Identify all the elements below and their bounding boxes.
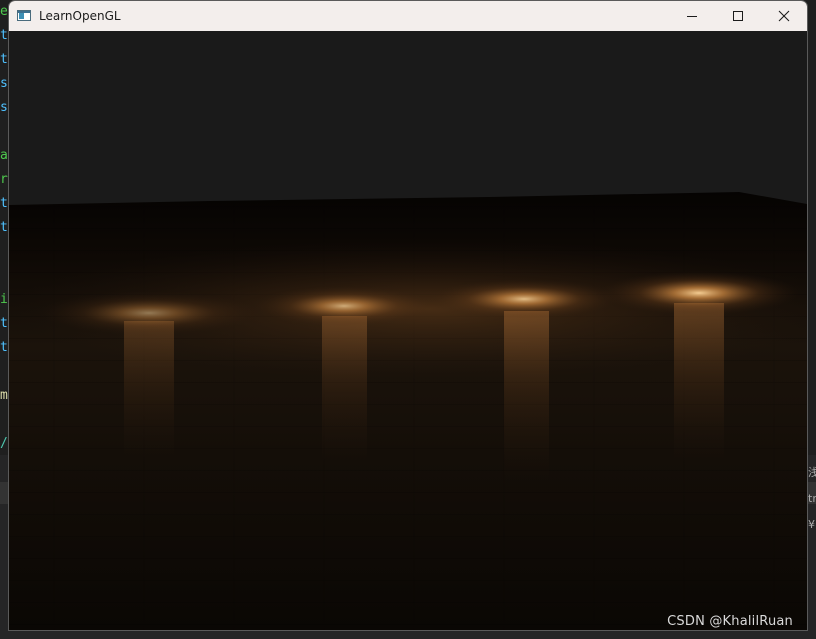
opengl-render-viewport[interactable]: CSDN @KhalilRuan: [9, 31, 807, 630]
title-bar[interactable]: LearnOpenGL: [9, 1, 807, 31]
floor-light-1: [39, 291, 259, 335]
maximize-button[interactable]: [715, 1, 761, 31]
opengl-window-icon[interactable]: [17, 9, 33, 23]
light-reflection-1: [124, 321, 174, 461]
close-button[interactable]: [761, 1, 807, 31]
close-icon: [778, 10, 790, 22]
background-right-fragments: 浅 tr ¥: [808, 460, 816, 540]
light-reflection-4: [674, 303, 724, 463]
minimize-icon: [687, 16, 697, 17]
learnopengl-window[interactable]: LearnOpenGL CSDN @KhalilRuan: [8, 0, 808, 631]
background-fragment: tr: [808, 492, 816, 505]
floor-light-4: [599, 271, 799, 315]
window-controls: [669, 1, 807, 31]
maximize-icon: [733, 11, 743, 21]
watermark: CSDN @KhalilRuan: [667, 614, 793, 629]
window-title: LearnOpenGL: [39, 9, 121, 23]
light-reflection-2: [322, 316, 367, 466]
background-fragment: 浅: [808, 466, 816, 479]
background-fragment: ¥: [808, 518, 815, 531]
floor-light-2: [254, 286, 434, 326]
scene-render: [9, 31, 807, 630]
floor-light-3: [429, 279, 619, 319]
light-reflection-3: [504, 311, 549, 481]
minimize-button[interactable]: [669, 1, 715, 31]
